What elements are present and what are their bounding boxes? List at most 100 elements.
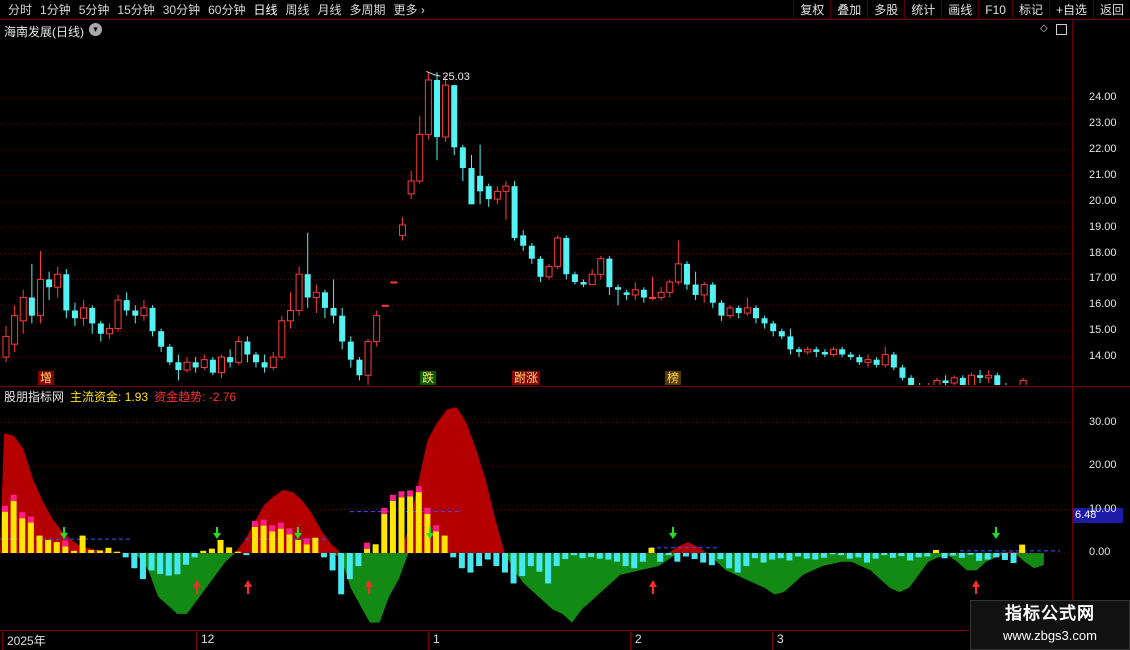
fund-bar-negative — [493, 553, 500, 567]
diamond-icon[interactable]: ◇ — [1040, 23, 1048, 34]
candle-body — [761, 318, 768, 324]
fund-bar-negative — [864, 553, 870, 563]
period-tab-10[interactable]: 更多 › — [390, 0, 429, 20]
chevron-down-icon[interactable]: ▾ — [89, 23, 102, 36]
line1-label: 主流资金: — [70, 390, 122, 404]
fund-bar — [407, 496, 414, 553]
candle-body — [339, 315, 346, 342]
candle-body — [967, 374, 975, 385]
fund-bar-top — [398, 491, 405, 498]
fund-bar-negative — [665, 553, 672, 556]
candle-body — [873, 359, 880, 365]
candle-body — [623, 292, 630, 295]
fund-bar-negative — [338, 553, 345, 595]
date-axis: 2025年 12 1 2 3 — [0, 630, 1072, 650]
period-tab-9[interactable]: 多周期 — [346, 0, 390, 20]
fund-bar-negative — [536, 553, 543, 572]
fund-bar-negative — [519, 553, 526, 577]
fund-bar — [381, 513, 388, 553]
fund-bar-negative — [183, 553, 190, 565]
candle-body — [994, 375, 1001, 385]
marker-tag-4: 榜 — [665, 371, 682, 385]
fund-bar-negative — [743, 553, 750, 567]
candle-body — [502, 185, 510, 192]
period-tab-8[interactable]: 月线 — [314, 0, 346, 20]
fund-bar-negative — [174, 553, 181, 575]
price-tick: 16.00 — [1089, 298, 1117, 311]
indicator-chart[interactable] — [0, 387, 1072, 631]
tool-button-5[interactable]: F10 — [978, 0, 1012, 20]
candle-body — [424, 79, 432, 135]
candle-body — [657, 291, 665, 299]
period-tab-0[interactable]: 分时 — [4, 0, 36, 20]
fund-bar-top — [269, 525, 276, 532]
fund-bar-negative — [467, 553, 474, 573]
tool-button-8[interactable]: 返回 — [1092, 0, 1130, 20]
period-tab-6[interactable]: 日线 — [249, 0, 281, 20]
candle-body — [692, 284, 699, 295]
period-tab-3[interactable]: 15分钟 — [113, 0, 158, 20]
fund-bar-negative — [631, 553, 638, 569]
tool-button-6[interactable]: 标记 — [1011, 0, 1049, 20]
marker-tag-3: 跗涨 — [512, 371, 541, 385]
fund-bar-negative — [967, 553, 974, 555]
fund-bar-negative — [777, 553, 784, 559]
candle-body — [683, 263, 690, 285]
period-tab-2[interactable]: 5分钟 — [75, 0, 114, 20]
candle-body — [149, 307, 156, 332]
sell-arrow-head — [213, 533, 221, 539]
fund-bar — [415, 492, 422, 553]
stock-title: 海南发展(日线) — [4, 25, 84, 39]
tool-button-7[interactable]: +自选 — [1048, 0, 1093, 20]
tool-button-1[interactable]: 叠加 — [830, 0, 867, 20]
candle-body — [407, 180, 415, 195]
fund-bar — [295, 539, 302, 553]
fund-bar-negative — [915, 553, 922, 558]
candle-body — [563, 237, 570, 275]
candle-body — [752, 307, 759, 319]
candle-body — [554, 237, 562, 267]
candle-body — [123, 300, 130, 311]
fund-bar-negative — [570, 553, 577, 556]
candle-body — [192, 362, 199, 368]
fund-bar — [398, 497, 405, 553]
candle-body — [796, 349, 803, 352]
candle-body — [821, 351, 828, 355]
period-tab-1[interactable]: 1分钟 — [36, 0, 75, 20]
tool-button-2[interactable]: 多股 — [867, 0, 904, 20]
fund-bar-negative — [639, 553, 646, 562]
candle-body — [218, 356, 225, 374]
candle-body — [71, 310, 78, 319]
period-tab-7[interactable]: 周线 — [281, 0, 313, 20]
fund-bar — [27, 522, 34, 553]
tool-button-4[interactable]: 画线 — [941, 0, 978, 20]
candle-body — [459, 147, 466, 169]
fund-bar — [114, 551, 121, 553]
fund-bar-negative — [329, 553, 336, 571]
period-tab-4[interactable]: 30分钟 — [159, 0, 204, 20]
date-label: 3 — [772, 632, 784, 650]
indicator-panel: 股朋指标网 主流资金: 1.93 资金趋势: -2.76 — [0, 386, 1072, 630]
candle-body — [537, 258, 544, 277]
fund-bar-negative — [889, 553, 896, 558]
candle-body — [700, 284, 708, 296]
side-strip — [1120, 21, 1130, 385]
fund-bar — [226, 547, 233, 553]
fund-bar-top — [407, 490, 414, 497]
candlestick-chart[interactable]: 25.0312.27 — [0, 21, 1072, 385]
tool-button-3[interactable]: 统计 — [904, 0, 941, 20]
period-tab-5[interactable]: 60分钟 — [204, 0, 249, 20]
candle-body — [649, 297, 656, 300]
fund-bar-negative — [139, 553, 146, 580]
fund-bar-negative — [958, 553, 965, 558]
tool-button-0[interactable]: 复权 — [793, 0, 830, 20]
window-toggle-icon[interactable] — [1056, 24, 1067, 35]
indicator-name: 股朋指标网 — [4, 390, 65, 404]
fund-bar-negative — [726, 553, 733, 569]
indicator-tick: 20.00 — [1089, 459, 1117, 471]
fund-bar-negative — [838, 553, 845, 556]
fund-bar-negative — [682, 553, 689, 557]
candle-body — [528, 245, 535, 259]
fund-bar-negative — [1010, 553, 1017, 564]
fund-bar-negative — [993, 553, 1000, 558]
